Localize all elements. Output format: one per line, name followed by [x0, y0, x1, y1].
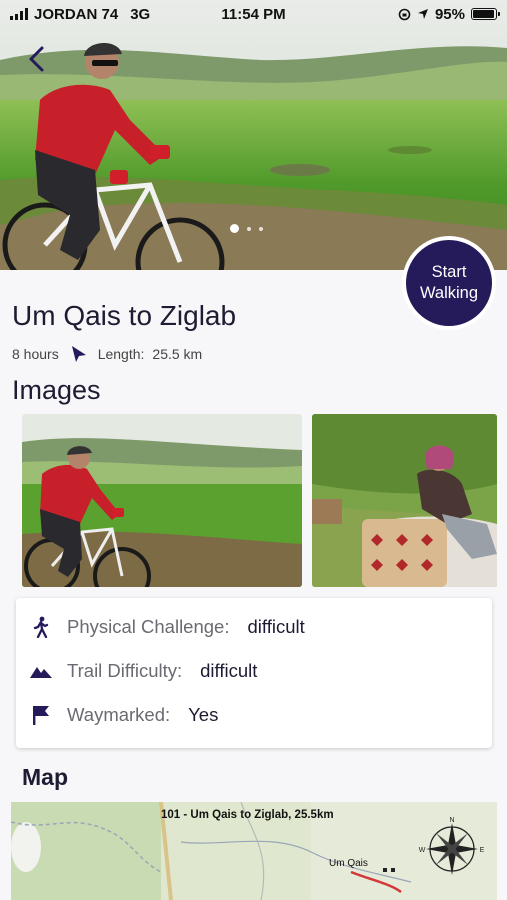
clock: 11:54 PM: [221, 5, 286, 23]
map-town-label: Um Qais: [329, 858, 368, 869]
photo-cyclist: [22, 414, 302, 587]
info-row-trail-difficulty: Trail Difficulty: difficult: [30, 660, 257, 682]
trail-info-card: Physical Challenge: difficult Trail Diff…: [16, 598, 492, 748]
back-button[interactable]: [22, 42, 52, 76]
length-value: 25.5 km: [152, 346, 203, 362]
start-walking-line1: Start: [431, 263, 467, 281]
images-heading: Images: [12, 375, 101, 405]
gallery-image-donkey-rider[interactable]: [312, 414, 497, 587]
physical-challenge-value: difficult: [247, 616, 305, 637]
walking-person-icon: [30, 616, 52, 638]
trail-duration: 8 hours: [12, 346, 59, 362]
waymarked-value: Yes: [188, 704, 219, 725]
svg-text:W: W: [419, 847, 426, 854]
battery-percent: 95%: [434, 5, 465, 23]
hero-image[interactable]: JORDAN 74 3G 11:54 PM 95%: [0, 0, 507, 270]
svg-text:E: E: [480, 847, 485, 854]
carousel-dot[interactable]: [259, 226, 263, 231]
svg-text:N: N: [449, 817, 454, 824]
trail-meta: 8 hours Length: 25.5 km: [12, 345, 202, 363]
trail-difficulty-label: Trail Difficulty:: [67, 660, 183, 681]
physical-challenge-label: Physical Challenge:: [67, 616, 230, 637]
waymarked-label: Waymarked:: [67, 704, 171, 725]
length-label: Length:: [97, 346, 145, 362]
orientation-lock-icon: [398, 8, 411, 20]
info-row-waymarked: Waymarked: Yes: [30, 704, 218, 726]
start-walking-button[interactable]: Start Walking: [402, 236, 496, 330]
carousel-indicator: [230, 224, 263, 233]
location-arrow-icon: [417, 9, 428, 19]
trail-difficulty-value: difficult: [200, 660, 258, 681]
carousel-dot[interactable]: [247, 226, 251, 231]
cursor-arrow-icon: [71, 346, 86, 362]
status-bar: JORDAN 74 3G 11:54 PM 95%: [0, 0, 507, 28]
info-row-physical-challenge: Physical Challenge: difficult: [30, 616, 305, 638]
carousel-dot[interactable]: [230, 224, 239, 233]
chevron-left-icon: [29, 46, 44, 72]
photo-donkey-rider: [312, 414, 497, 587]
map-caption: 101 - Um Qais to Ziglab, 25.5km: [161, 809, 334, 821]
battery-icon: [471, 8, 500, 20]
map-heading: Map: [22, 764, 68, 790]
flag-icon: [30, 704, 52, 726]
signal-icon: [10, 8, 28, 20]
network-label: 3G: [130, 5, 151, 23]
carrier-label: JORDAN 74: [34, 5, 119, 23]
gallery-image-cyclist[interactable]: [22, 414, 302, 587]
start-walking-line2: Walking: [419, 284, 479, 302]
trail-title: Um Qais to Ziglab: [12, 300, 237, 331]
trail-map[interactable]: N W E 101 - Um Qais to Ziglab, 25.5km Um…: [11, 802, 497, 900]
mountain-icon: [30, 660, 52, 682]
